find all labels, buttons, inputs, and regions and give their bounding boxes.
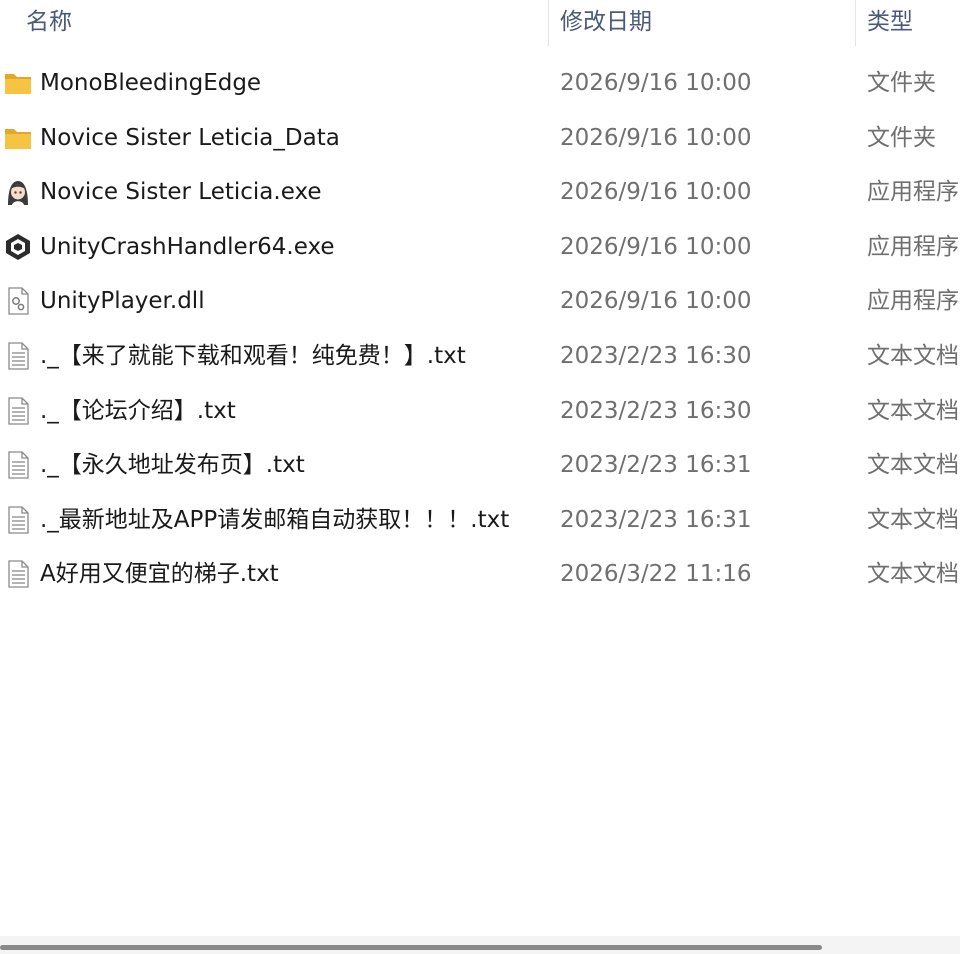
file-name: UnityPlayer.dll <box>40 288 205 315</box>
file-date-modified: 2026/3/22 11:16 <box>560 561 752 588</box>
text-file-icon <box>3 341 33 371</box>
file-date-modified: 2026/9/16 10:00 <box>560 124 752 151</box>
file-date-modified: 2026/9/16 10:00 <box>560 233 752 260</box>
file-row[interactable]: UnityPlayer.dll 2026/9/16 10:00 应用程序 <box>0 274 960 329</box>
file-type: 文本文档 <box>867 452 959 479</box>
text-file-icon <box>3 396 33 426</box>
file-list: MonoBleedingEdge 2026/9/16 10:00 文件夹 Nov… <box>0 56 960 602</box>
file-date-modified: 2023/2/23 16:31 <box>560 452 752 479</box>
file-row[interactable]: UnityCrashHandler64.exe 2026/9/16 10:00 … <box>0 220 960 275</box>
file-date-modified: 2026/9/16 10:00 <box>560 179 752 206</box>
column-divider[interactable] <box>548 0 549 46</box>
file-row[interactable]: Novice Sister Leticia_Data 2026/9/16 10:… <box>0 111 960 166</box>
file-row[interactable]: ._【论坛介绍】.txt 2023/2/23 16:30 文本文档 <box>0 384 960 439</box>
file-type: 文本文档 <box>867 342 959 369</box>
file-name: Novice Sister Leticia_Data <box>40 124 340 151</box>
file-date-modified: 2026/9/16 10:00 <box>560 70 752 96</box>
file-name: ._【来了就能下载和观看！纯免费！】.txt <box>40 342 466 369</box>
file-type: 文本文档 <box>867 506 959 533</box>
horizontal-scrollbar[interactable] <box>0 936 960 954</box>
file-date-modified: 2023/2/23 16:30 <box>560 342 752 369</box>
file-row[interactable]: A好用又便宜的梯子.txt 2026/3/22 11:16 文本文档 <box>0 547 960 602</box>
app-character-icon <box>3 177 33 207</box>
file-row[interactable]: ._【来了就能下载和观看！纯免费！】.txt 2023/2/23 16:30 文… <box>0 329 960 384</box>
file-name: ._最新地址及APP请发邮箱自动获取！！！.txt <box>40 506 510 533</box>
file-type: 应用程序 <box>867 288 959 315</box>
file-date-modified: 2023/2/23 16:30 <box>560 397 752 424</box>
file-type: 应用程序 <box>867 233 959 260</box>
file-name: Novice Sister Leticia.exe <box>40 179 322 206</box>
column-header-date-modified[interactable]: 修改日期 <box>560 0 840 46</box>
folder-icon <box>3 123 33 153</box>
file-row[interactable]: MonoBleedingEdge 2026/9/16 10:00 文件夹 <box>0 56 960 111</box>
dll-icon <box>3 286 33 316</box>
folder-icon <box>3 68 33 98</box>
file-explorer-window: 名称 修改日期 类型 MonoBleedingEdge 2026/9/16 10… <box>0 0 960 954</box>
text-file-icon <box>3 559 33 589</box>
file-name: MonoBleedingEdge <box>40 70 262 96</box>
file-name: A好用又便宜的梯子.txt <box>40 561 279 588</box>
file-name: ._【论坛介绍】.txt <box>40 397 236 424</box>
file-type: 文件夹 <box>867 70 936 96</box>
file-type: 应用程序 <box>867 179 959 206</box>
horizontal-scrollbar-thumb[interactable] <box>0 945 822 950</box>
file-date-modified: 2026/9/16 10:00 <box>560 288 752 315</box>
column-header-bar: 名称 修改日期 类型 <box>0 0 960 46</box>
file-row[interactable]: Novice Sister Leticia.exe 2026/9/16 10:0… <box>0 165 960 220</box>
column-divider[interactable] <box>855 0 856 46</box>
text-file-icon <box>3 450 33 480</box>
file-row[interactable]: ._【永久地址发布页】.txt 2023/2/23 16:31 文本文档 <box>0 438 960 493</box>
file-type: 文本文档 <box>867 397 959 424</box>
file-type: 文件夹 <box>867 124 936 151</box>
column-header-type[interactable]: 类型 <box>867 0 960 46</box>
file-row[interactable]: ._最新地址及APP请发邮箱自动获取！！！.txt 2023/2/23 16:3… <box>0 493 960 548</box>
text-file-icon <box>3 505 33 535</box>
file-type: 文本文档 <box>867 561 959 588</box>
column-header-name[interactable]: 名称 <box>26 0 536 46</box>
unity-icon <box>3 232 33 262</box>
file-name: UnityCrashHandler64.exe <box>40 233 335 260</box>
file-name: ._【永久地址发布页】.txt <box>40 452 305 479</box>
file-date-modified: 2023/2/23 16:31 <box>560 506 752 533</box>
